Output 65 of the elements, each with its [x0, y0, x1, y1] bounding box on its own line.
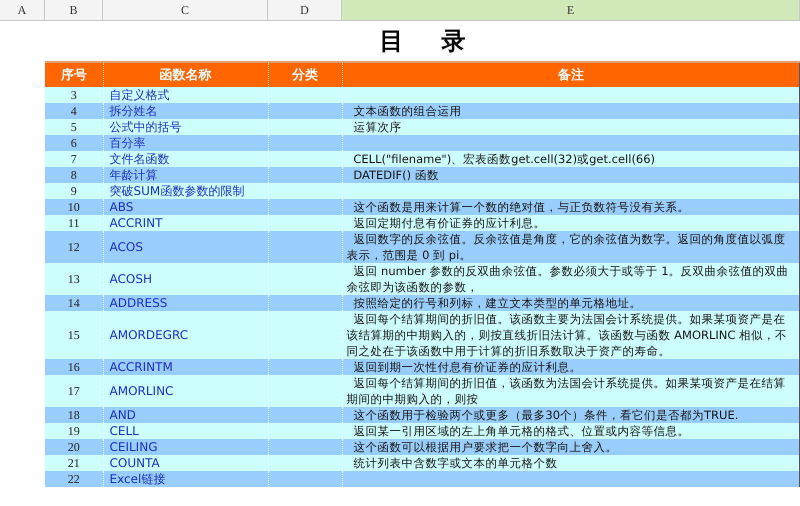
row-number: 13 — [68, 272, 80, 286]
function-name: ABS — [110, 200, 134, 214]
description: DATEDIF() 函数 — [353, 168, 439, 182]
row-number: 17 — [68, 384, 80, 398]
column-header[interactable]: A — [0, 0, 45, 20]
column-heading: 分类 — [292, 68, 318, 83]
function-name: 年龄计算 — [110, 168, 158, 182]
column-header[interactable]: C — [103, 0, 268, 20]
function-name: 突破SUM函数参数的限制 — [110, 184, 244, 198]
function-name: Excel链接 — [110, 472, 166, 486]
function-name: 文件名函数 — [110, 152, 170, 166]
column-header[interactable]: E — [342, 0, 800, 20]
description: 这个函数可以根据用户要求把一个数字向上舍入。 — [353, 440, 618, 454]
description: CELL("filename")、宏表函数get.cell(32)或get.cell(66) — [353, 152, 656, 166]
row-number: 5 — [70, 120, 77, 134]
function-name: AMORLINC — [110, 384, 174, 398]
column-heading: 备注 — [558, 68, 584, 83]
row-number: 8 — [70, 168, 77, 182]
function-name: ADDRESS — [110, 296, 168, 310]
function-name: COUNTA — [110, 456, 160, 470]
description: 这个函数用于检验两个或更多（最多30个）条件，看它们是否都为TRUE. — [353, 408, 738, 422]
description: 返回每个结算期间的折旧值，该函数为法国会计系统提供。如果某项资产是在结算期间的中期购入的，则按 — [346, 376, 786, 406]
row-number: 6 — [70, 136, 77, 150]
row-number: 18 — [68, 408, 80, 422]
function-name: 百分率 — [110, 136, 146, 150]
function-name: ACCRINT — [110, 216, 162, 230]
description: 文本函数的组合运用 — [353, 104, 462, 118]
function-name: CEILING — [110, 440, 158, 454]
description: 返回某一引用区域的左上角单元格的格式、位置或内容等信息。 — [353, 424, 690, 438]
function-name: 公式中的括号 — [110, 120, 182, 134]
row-number: 15 — [68, 328, 80, 342]
description: 返回 number 参数的反双曲余弦值。参数必须大于或等于 1。反双曲余弦值的双曲余弦即为该函数的参数， — [346, 264, 789, 294]
row-number: 19 — [68, 424, 80, 438]
description: 按照给定的行号和列标，建立文本类型的单元格地址。 — [353, 296, 642, 310]
row-number: 9 — [70, 184, 77, 198]
column-heading: 函数名称 — [160, 68, 212, 83]
column-heading: 序号 — [60, 68, 87, 83]
function-name: CELL — [110, 424, 139, 438]
description: 返回定期付息有价证券的应计利息。 — [353, 216, 546, 230]
row-number: 12 — [68, 240, 80, 254]
description: 这个函数是用来计算一个数的绝对值，与正负数符号没有关系。 — [353, 200, 690, 214]
function-name: 自定义格式 — [110, 88, 170, 102]
function-name: ACOSH — [110, 272, 152, 286]
row-number: 4 — [70, 104, 77, 118]
row-number: 16 — [68, 360, 80, 374]
sheet-title: 目录 — [379, 26, 504, 57]
column-header[interactable]: B — [45, 0, 103, 20]
function-name: ACOS — [110, 240, 143, 254]
description: 返回到期一次性付息有价证券的应计利息。 — [353, 360, 582, 374]
row-number: 14 — [68, 296, 80, 310]
description: 统计列表中含数字或文本的单元格个数 — [353, 456, 558, 470]
description: 返回每个结算期间的折旧值。该函数主要为法国会计系统提供。如果某项资产是在该结算期的中期购入的，则按直线折旧法计算。该函数与函数 AMORLINC 相似，不同之处在于该函数中用于计算的折旧系数取决于资产的寿命。 — [346, 312, 788, 358]
row-number: 3 — [70, 88, 77, 102]
row-number: 21 — [68, 456, 80, 470]
row-number: 22 — [68, 472, 80, 486]
row-number: 20 — [68, 440, 80, 454]
function-name: ACCRINTM — [110, 360, 173, 374]
function-name: AND — [110, 408, 136, 422]
function-name: AMORDEGRC — [110, 328, 188, 342]
description: 返回数字的反余弦值。反余弦值是角度，它的余弦值为数字。返回的角度值以弧度表示，范围是 0 到 pi。 — [346, 232, 786, 262]
description: 运算次序 — [353, 120, 402, 134]
row-number: 11 — [68, 216, 80, 230]
row-number: 10 — [68, 200, 80, 214]
function-name: 拆分姓名 — [110, 104, 158, 118]
row-number: 7 — [70, 152, 77, 166]
